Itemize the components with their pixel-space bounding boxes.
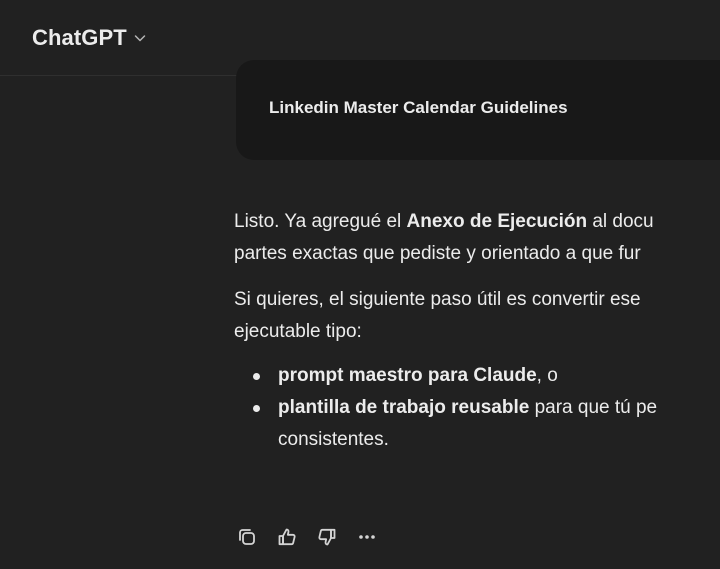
canvas-document-card[interactable]: Linkedin Master Calendar Guidelines (236, 60, 720, 160)
model-selector-button[interactable]: ChatGPT (24, 20, 155, 56)
message-paragraph-2: Si quieres, el siguiente paso útil es co… (234, 284, 720, 348)
para1-bold-text: Anexo de Ejecución (406, 211, 588, 232)
document-title: Linkedin Master Calendar Guidelines (269, 98, 568, 117)
bullet-bold-text: plantilla de trabajo reusable (278, 397, 530, 418)
para2-line-2: ejecutable tipo: (234, 321, 362, 342)
more-icon (356, 526, 378, 548)
thumbs-down-icon (316, 526, 338, 548)
copy-icon (236, 526, 258, 548)
bullet-continuation: consistentes. (278, 429, 389, 450)
chevron-down-icon (133, 31, 147, 45)
message-actions (232, 522, 382, 552)
thumbs-up-icon (276, 526, 298, 548)
more-options-button[interactable] (352, 522, 382, 552)
copy-button[interactable] (232, 522, 262, 552)
message-paragraph-1: Listo. Ya agregué el Anexo de Ejecución … (234, 206, 720, 270)
para2-line-1: Si quieres, el siguiente paso útil es co… (234, 289, 641, 310)
thumbs-down-button[interactable] (312, 522, 342, 552)
bullet-dot (253, 373, 260, 380)
para1-text-after: al docu (587, 211, 654, 232)
bullet-text: , o (536, 365, 558, 386)
thumbs-up-button[interactable] (272, 522, 302, 552)
model-name: ChatGPT (32, 25, 127, 50)
bullet-dot (253, 405, 260, 412)
chat-window: ChatGPT Linkedin Master Calendar Guideli… (0, 0, 720, 569)
bullet-bold-text: prompt maestro para Claude (278, 365, 537, 386)
bullet-list: prompt maestro para Claude, o plantilla … (234, 360, 720, 456)
para1-text-before: Listo. Ya agregué el (234, 211, 407, 232)
para1-line-2: partes exactas que pediste y orientado a… (234, 243, 641, 264)
list-item: prompt maestro para Claude, o (234, 360, 720, 392)
bullet-text: para que tú pe (529, 397, 658, 418)
list-item: plantilla de trabajo reusable para que t… (234, 392, 720, 456)
assistant-message: Listo. Ya agregué el Anexo de Ejecución … (234, 206, 720, 456)
